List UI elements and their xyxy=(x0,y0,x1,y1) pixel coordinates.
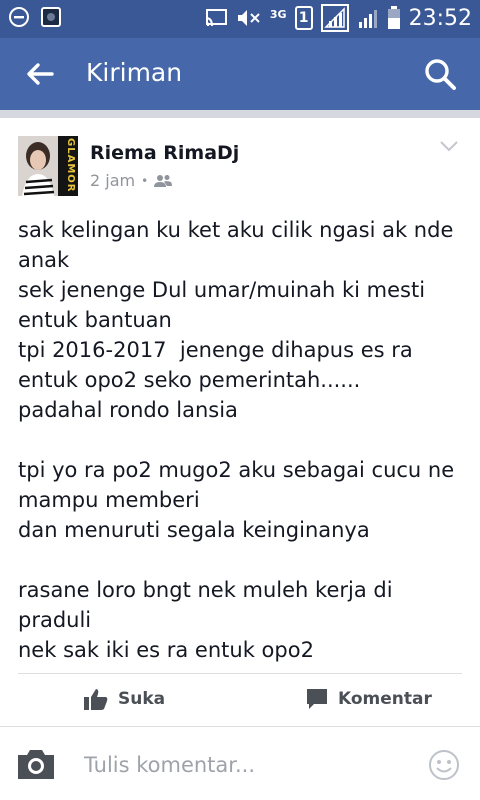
meta-separator: • xyxy=(141,173,149,188)
chevron-down-icon[interactable] xyxy=(440,140,458,152)
mute-icon xyxy=(237,10,260,26)
gallery-icon xyxy=(41,7,61,27)
battery-icon xyxy=(387,6,400,29)
page-title: Kiriman xyxy=(86,58,183,87)
avatar[interactable]: GLAMOR xyxy=(18,136,78,196)
camera-icon[interactable] xyxy=(16,747,56,781)
search-icon[interactable] xyxy=(422,56,458,92)
comment-input[interactable] xyxy=(84,749,404,781)
comment-button[interactable]: Komentar xyxy=(306,688,432,710)
comment-composer xyxy=(0,726,480,800)
network-type: 3G xyxy=(269,7,287,21)
comment-bubble-icon xyxy=(307,689,327,709)
back-arrow-icon[interactable] xyxy=(24,58,56,90)
status-bar: 3G 1 23:52 xyxy=(0,0,480,38)
post-body: sak kelingan ku ket aku cilik ngasi ak n… xyxy=(18,218,455,662)
app-bar: Kiriman xyxy=(0,38,480,110)
like-label: Suka xyxy=(118,689,166,709)
avatar-watermark: GLAMOR xyxy=(65,138,76,193)
signal-icon-sim1 xyxy=(320,4,349,32)
post-meta: 2 jam • xyxy=(90,171,173,190)
no-disturb-icon xyxy=(9,7,29,27)
thumbs-up-icon xyxy=(84,689,108,710)
signal-icon-sim2 xyxy=(358,10,377,28)
like-button[interactable]: Suka xyxy=(84,688,165,710)
clock: 23:52 xyxy=(408,5,472,31)
sim-badge: 1 xyxy=(294,6,313,30)
post-time[interactable]: 2 jam xyxy=(90,171,135,190)
friends-audience-icon xyxy=(154,174,173,187)
divider xyxy=(18,673,462,674)
comment-label: Komentar xyxy=(338,689,432,709)
cast-icon xyxy=(205,9,227,27)
post-card: GLAMOR Riema RimaDj 2 jam • sak kelingan… xyxy=(0,118,480,800)
post-author[interactable]: Riema RimaDj xyxy=(90,142,239,164)
emoji-icon[interactable] xyxy=(428,749,460,781)
